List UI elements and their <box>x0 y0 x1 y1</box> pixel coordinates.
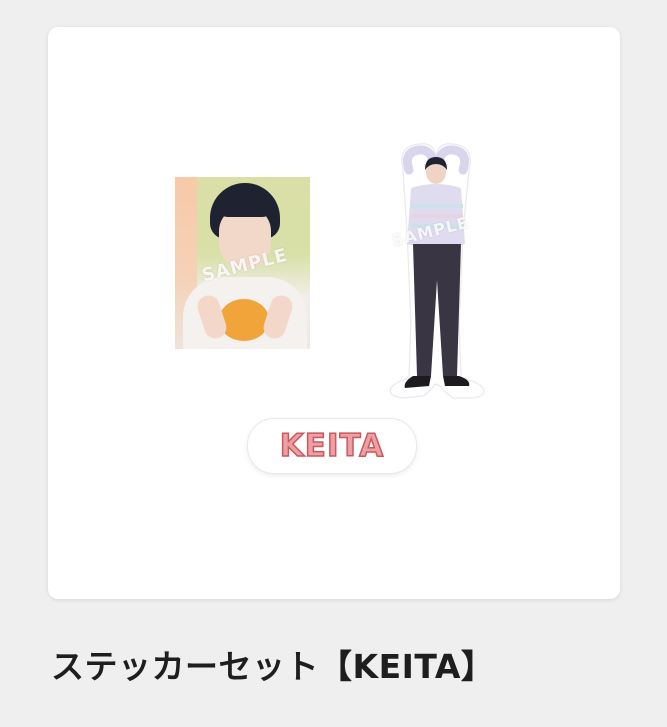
full-body-sticker: SAMPLE <box>383 140 489 402</box>
full-body-figure <box>389 143 485 399</box>
product-title: ステッカーセット【KEITA】 <box>51 647 495 686</box>
photo-fringe <box>215 195 275 217</box>
photo-sticker: SAMPLE <box>175 177 310 349</box>
photo-chick-motif <box>219 299 269 341</box>
product-image-card[interactable]: SAMPLE SAMPLE KEITA <box>48 27 620 599</box>
name-sticker-text: KEITA <box>279 427 385 465</box>
name-sticker: KEITA <box>248 419 416 473</box>
